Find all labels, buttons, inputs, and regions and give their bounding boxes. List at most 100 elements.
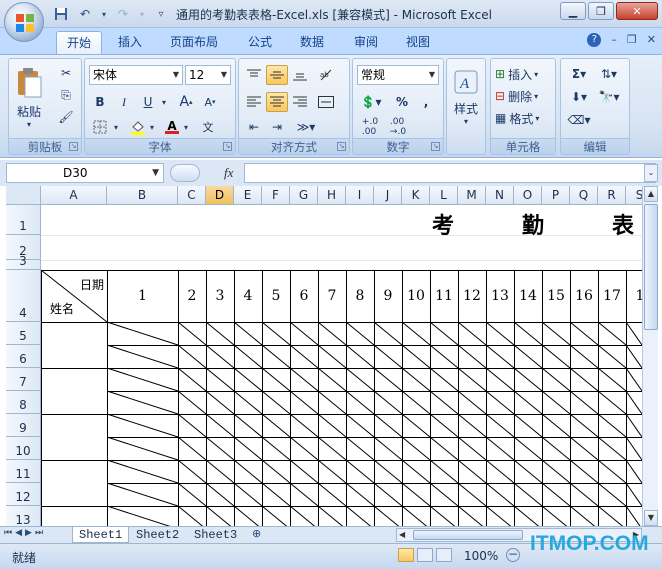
office-button[interactable]	[4, 2, 44, 42]
column-header-n[interactable]: N	[486, 186, 514, 205]
merge-center-icon[interactable]	[315, 92, 337, 112]
prev-sheet-icon[interactable]: ◀	[15, 528, 22, 538]
vertical-scrollbar[interactable]: ▲ ▼	[642, 186, 658, 526]
align-center-icon[interactable]	[266, 92, 288, 112]
increase-indent-icon[interactable]: ⇥	[266, 117, 288, 137]
column-header-p[interactable]: P	[542, 186, 570, 205]
horizontal-scroll-thumb[interactable]	[413, 530, 523, 540]
row-header-12[interactable]: 12	[6, 483, 41, 506]
select-all-corner[interactable]	[6, 186, 41, 205]
column-header-r[interactable]: R	[598, 186, 626, 205]
formula-bar-splitter[interactable]	[170, 164, 200, 182]
row-header-10[interactable]: 10	[6, 437, 41, 460]
zoom-level[interactable]: 100%	[464, 549, 498, 563]
underline-button[interactable]: U	[137, 92, 159, 112]
row-header-13[interactable]: 13	[6, 506, 41, 526]
first-sheet-icon[interactable]: ⏮	[4, 528, 12, 538]
customize-qat-icon[interactable]: ▿	[152, 5, 170, 23]
grow-font-button[interactable]: A ▴	[175, 92, 197, 112]
row-header-5[interactable]: 5	[6, 322, 41, 345]
zoom-out-icon[interactable]: −	[506, 548, 520, 562]
tab-formulas[interactable]: 公式	[238, 31, 282, 54]
formula-input[interactable]	[244, 163, 656, 183]
increase-decimal-icon[interactable]: +.0.00	[357, 117, 383, 137]
copy-icon[interactable]: ⎘	[55, 85, 77, 105]
row-header-11[interactable]: 11	[6, 460, 41, 483]
worksheet-grid[interactable]: ABCDEFGHIJKLMNOPQRS 1 2 3 4 5 6 7 8 9 10 11 12 13 考勤…	[6, 186, 642, 526]
row-header-9[interactable]: 9	[6, 414, 41, 437]
wrap-text-icon[interactable]: ≫▾	[291, 117, 321, 137]
undo-dropdown-icon[interactable]: ▾	[100, 5, 108, 23]
column-header-j[interactable]: J	[374, 186, 402, 205]
italic-button[interactable]: I	[113, 92, 135, 112]
number-format-combo[interactable]: 常规 ▼	[357, 65, 439, 85]
orientation-icon[interactable]: ab	[315, 65, 337, 85]
column-header-e[interactable]: E	[234, 186, 262, 205]
insert-cells-button[interactable]: ⊞ 插入 ▾	[495, 64, 538, 84]
find-select-icon[interactable]: 🔭▾	[595, 87, 623, 107]
column-header-s[interactable]: S	[626, 186, 642, 205]
format-cells-button[interactable]: ▦ 格式 ▾	[495, 108, 539, 128]
vertical-scroll-thumb[interactable]	[644, 204, 658, 330]
column-header-l[interactable]: L	[430, 186, 458, 205]
sheet-tab-2[interactable]: Sheet2	[130, 527, 185, 543]
fill-color-icon[interactable]	[127, 117, 149, 137]
clear-icon[interactable]: ⌫▾	[565, 110, 593, 130]
underline-dropdown-icon[interactable]: ▾	[159, 92, 169, 112]
align-middle-icon[interactable]	[266, 65, 288, 85]
tab-insert[interactable]: 插入	[108, 31, 152, 54]
format-painter-icon[interactable]: 🖌	[55, 107, 77, 127]
restore-button[interactable]: ❐	[588, 2, 614, 20]
tab-data[interactable]: 数据	[290, 31, 334, 54]
font-color-icon[interactable]: A	[161, 117, 183, 137]
column-header-m[interactable]: M	[458, 186, 486, 205]
row-header-7[interactable]: 7	[6, 368, 41, 391]
scroll-up-icon[interactable]: ▲	[644, 186, 658, 202]
autosum-icon[interactable]: Σ▾	[565, 64, 593, 84]
column-header-f[interactable]: F	[262, 186, 290, 205]
insert-sheet-icon[interactable]: ⊕	[252, 527, 261, 540]
redo-icon[interactable]: ↷	[114, 5, 132, 23]
column-header-o[interactable]: O	[514, 186, 542, 205]
tab-page-layout[interactable]: 页面布局	[160, 31, 228, 54]
delete-cells-button[interactable]: ⊟ 删除 ▾	[495, 86, 538, 106]
normal-view-icon[interactable]	[398, 548, 414, 562]
number-launcher-icon[interactable]: ↘	[431, 142, 440, 151]
page-break-view-icon[interactable]	[436, 548, 452, 562]
help-icon[interactable]: ?	[587, 33, 602, 47]
font-name-combo[interactable]: 宋体 ▼	[89, 65, 183, 85]
comma-style-icon[interactable]: ,	[415, 92, 437, 112]
tab-review[interactable]: 审阅	[344, 31, 388, 54]
tab-home[interactable]: 开始	[56, 31, 103, 54]
borders-dropdown-icon[interactable]: ▾	[111, 117, 121, 137]
column-header-d[interactable]: D	[206, 186, 234, 205]
redo-dropdown-icon[interactable]: ▾	[138, 5, 146, 23]
undo-icon[interactable]: ↶	[76, 5, 94, 23]
row-header-1[interactable]: 1	[6, 205, 41, 235]
close-button[interactable]: ✕	[616, 2, 658, 20]
borders-icon[interactable]	[89, 117, 111, 137]
column-header-i[interactable]: I	[346, 186, 374, 205]
decrease-decimal-icon[interactable]: .00 →.0	[385, 117, 411, 137]
font-size-combo[interactable]: 12 ▼	[185, 65, 231, 85]
tab-view[interactable]: 视图	[396, 31, 440, 54]
column-header-g[interactable]: G	[290, 186, 318, 205]
row-header-4[interactable]: 4	[6, 270, 41, 322]
save-icon[interactable]	[52, 5, 70, 23]
column-header-a[interactable]: A	[41, 186, 107, 205]
alignment-launcher-icon[interactable]: ↘	[337, 142, 346, 151]
font-launcher-icon[interactable]: ↘	[223, 142, 232, 151]
next-sheet-icon[interactable]: ▶	[25, 528, 32, 538]
fill-icon[interactable]: ⬇▾	[565, 87, 593, 107]
row-header-8[interactable]: 8	[6, 391, 41, 414]
align-bottom-icon[interactable]	[289, 65, 311, 85]
scroll-down-icon[interactable]: ▼	[644, 510, 658, 526]
phonetic-icon[interactable]: 文	[197, 117, 219, 137]
row-header-6[interactable]: 6	[6, 345, 41, 368]
restore-workbook-icon[interactable]: ❐	[627, 33, 637, 47]
paste-button[interactable]: 粘贴 ▾	[11, 61, 47, 135]
shrink-font-button[interactable]: A ▾	[199, 92, 221, 112]
row-header-3[interactable]: 3	[6, 254, 41, 270]
sheet-tab-3[interactable]: Sheet3	[188, 527, 243, 543]
minimize-button[interactable]: ▁	[560, 2, 586, 20]
